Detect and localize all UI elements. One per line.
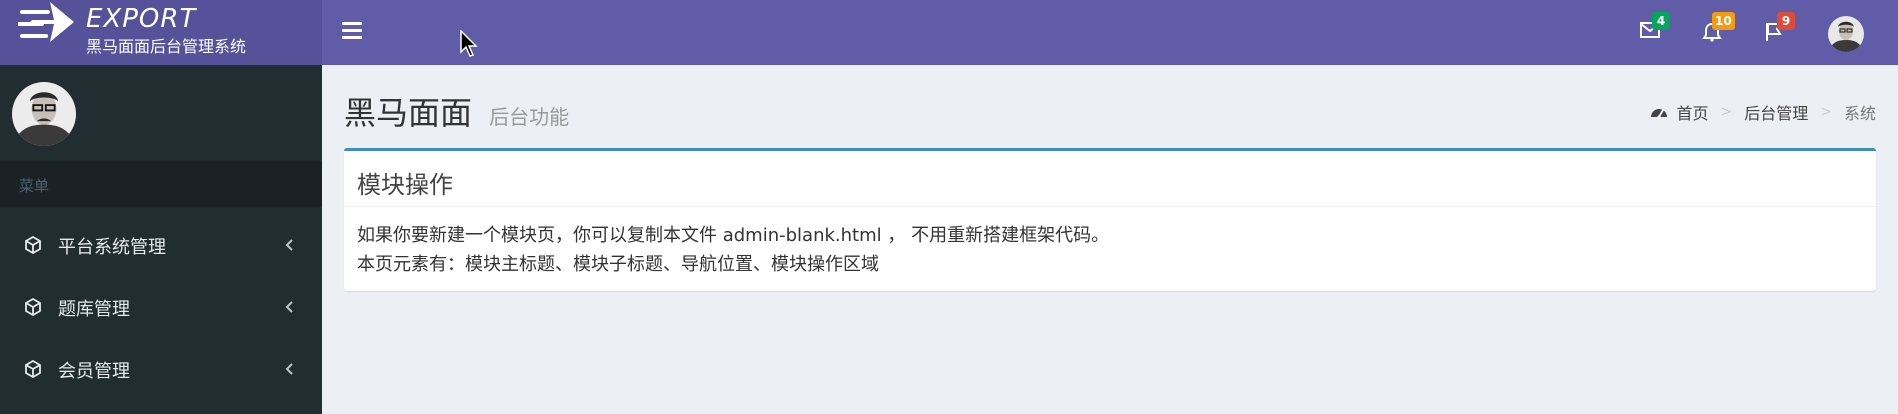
breadcrumb-home-link[interactable]: 首页 — [1676, 100, 1708, 124]
logo-subtitle: 黑马面面后台管理系统 — [86, 37, 247, 56]
sidebar-item-question-bank[interactable]: 题库管理 — [0, 276, 322, 338]
logo[interactable]: EXPORT 黑马面面后台管理系统 — [0, 0, 322, 65]
sidebar-item-label: 平台系统管理 — [58, 237, 166, 258]
tasks-button[interactable]: 9 — [1763, 12, 1795, 44]
sidebar-item-label: 会员管理 — [58, 361, 130, 382]
content-header: 黑马面面 后台功能 — [344, 88, 569, 134]
sidebar-item-label: 题库管理 — [58, 299, 130, 320]
user-portrait-icon — [12, 82, 76, 146]
logo-title: EXPORT — [86, 4, 197, 34]
sidebar: 菜单 平台系统管理 题库管理 会员管理 — [0, 65, 322, 414]
sidebar-toggle-icon[interactable] — [342, 22, 362, 42]
box-body: 如果你要新建一个模块页，你可以复制本文件 admin-blank.html ， … — [344, 207, 1876, 279]
breadcrumb-separator: > — [1720, 104, 1733, 120]
menu-header: 菜单 — [0, 161, 322, 207]
notifications-count-badge: 10 — [1712, 12, 1735, 30]
sidebar-item-members[interactable]: 会员管理 — [0, 338, 322, 400]
box-body-line: 如果你要新建一个模块页，你可以复制本文件 admin-blank.html ， … — [357, 225, 1110, 246]
cube-icon — [25, 360, 41, 378]
tasks-count-badge: 9 — [1777, 12, 1795, 30]
breadcrumb-current: 系统 — [1843, 104, 1876, 123]
cube-icon — [25, 236, 41, 254]
sidebar-item-platform-management[interactable]: 平台系统管理 — [0, 214, 322, 276]
page-subtitle: 后台功能 — [489, 105, 570, 129]
top-navbar: 4 10 9 — [322, 0, 1898, 65]
page-title: 黑马面面 — [344, 94, 473, 132]
logo-arrow-icon — [18, 2, 74, 42]
module-box: 模块操作 如果你要新建一个模块页，你可以复制本文件 admin-blank.ht… — [344, 148, 1876, 291]
box-body-line: 本页元素有：模块主标题、模块子标题、导航位置、模块操作区域 — [357, 254, 879, 275]
cube-icon — [25, 298, 41, 316]
mouse-cursor-icon — [460, 30, 478, 57]
user-avatar[interactable] — [1828, 16, 1864, 52]
messages-button[interactable]: 4 — [1638, 12, 1670, 44]
box-header: 模块操作 — [344, 151, 1876, 207]
sidebar-avatar[interactable] — [12, 82, 76, 146]
chevron-left-icon — [285, 239, 293, 251]
breadcrumb-admin-link[interactable]: 后台管理 — [1744, 100, 1808, 124]
box-title: 模块操作 — [357, 171, 453, 199]
messages-count-badge: 4 — [1652, 12, 1670, 30]
chevron-left-icon — [285, 363, 293, 375]
chevron-left-icon — [285, 301, 293, 313]
dashboard-icon — [1651, 109, 1668, 119]
notifications-button[interactable]: 10 — [1700, 12, 1735, 44]
user-panel — [0, 65, 322, 161]
breadcrumb: 首页 > 后台管理 > 系统 — [1650, 100, 1876, 124]
user-portrait-icon — [1828, 16, 1864, 52]
breadcrumb-separator: > — [1820, 104, 1832, 120]
